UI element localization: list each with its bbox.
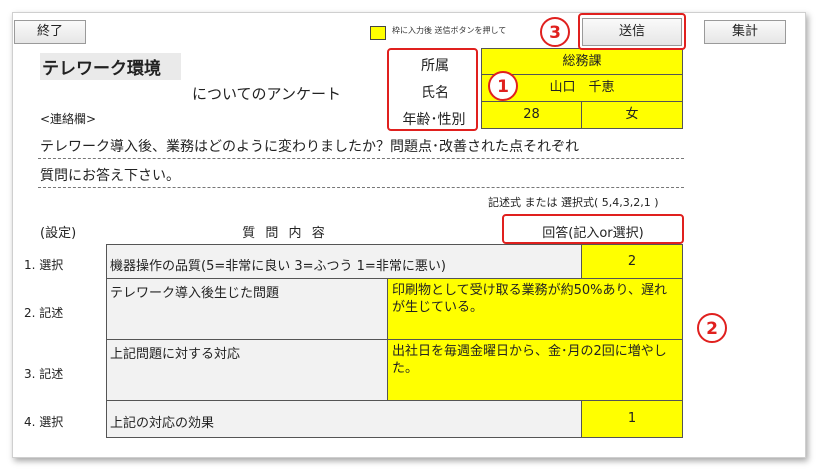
answer-field[interactable]: 1 — [581, 400, 683, 438]
row-setting: 3. 記述 — [24, 367, 64, 381]
question-cell: テレワーク導入後生じた問題 — [106, 278, 388, 340]
divider — [38, 187, 684, 188]
page-title: テレワーク環境 — [40, 53, 181, 80]
notice-text: 枠に入力後 送信ボタンを押して — [392, 26, 507, 35]
tally-button[interactable]: 集計 — [704, 20, 786, 44]
profile-labels-highlight — [387, 48, 478, 131]
page-subtitle: についてのアンケート — [192, 85, 341, 103]
callout-badge-2: 2 — [697, 313, 727, 343]
row-setting: 1. 選択 — [24, 258, 64, 272]
dept-field[interactable]: 総務課 — [481, 48, 683, 75]
instruction-line-2: 質問にお答え下さい。 — [40, 168, 180, 184]
answer-field[interactable]: 印刷物として受け取る業務が約50%あり、遅れが生じている。 — [387, 278, 683, 340]
answer-text: 印刷物として受け取る業務が約50%あり、遅れが生じている。 — [392, 283, 667, 315]
question-text: 機器操作の品質(5=非常に良い 3=ふつう 1=非常に悪い) — [110, 259, 446, 274]
row-setting: 4. 選択 — [24, 415, 64, 429]
question-text: 上記問題に対する対応 — [110, 347, 241, 362]
send-button-highlight — [578, 13, 686, 50]
gender-field[interactable]: 女 — [581, 101, 683, 129]
row-setting: 2. 記述 — [24, 306, 64, 320]
answer-text: 出社日を毎週金曜日から、金･月の2回に増やした。 — [392, 344, 667, 376]
instruction-line-1: テレワーク導入後、業務はどのように変わりましたか？問題点･改善された点それぞれ — [40, 139, 579, 155]
question-cell: 上記の対応の効果 — [106, 400, 582, 438]
callout-badge-1: 1 — [488, 71, 518, 101]
callout-badge-3: 3 — [540, 17, 570, 47]
answer-header-highlight — [502, 214, 684, 244]
setting-header: (設定) — [40, 226, 77, 241]
answer-format-hint: 記述式 または 選択式( 5,4,3,2,1 ) — [488, 196, 659, 209]
question-cell: 機器操作の品質(5=非常に良い 3=ふつう 1=非常に悪い) — [106, 244, 582, 279]
question-header: 質 問 内 容 — [242, 226, 328, 241]
notice-swatch — [370, 26, 386, 40]
answer-field[interactable]: 2 — [581, 244, 683, 279]
divider — [38, 158, 684, 159]
end-button[interactable]: 終了 — [14, 20, 86, 44]
question-text: 上記の対応の効果 — [110, 416, 215, 431]
answer-field[interactable]: 出社日を毎週金曜日から、金･月の2回に増やした。 — [387, 339, 683, 401]
question-cell: 上記問題に対する対応 — [106, 339, 388, 401]
contact-label: <連絡欄> — [40, 112, 97, 126]
age-field[interactable]: 28 — [481, 101, 582, 129]
question-text: テレワーク導入後生じた問題 — [110, 286, 280, 301]
